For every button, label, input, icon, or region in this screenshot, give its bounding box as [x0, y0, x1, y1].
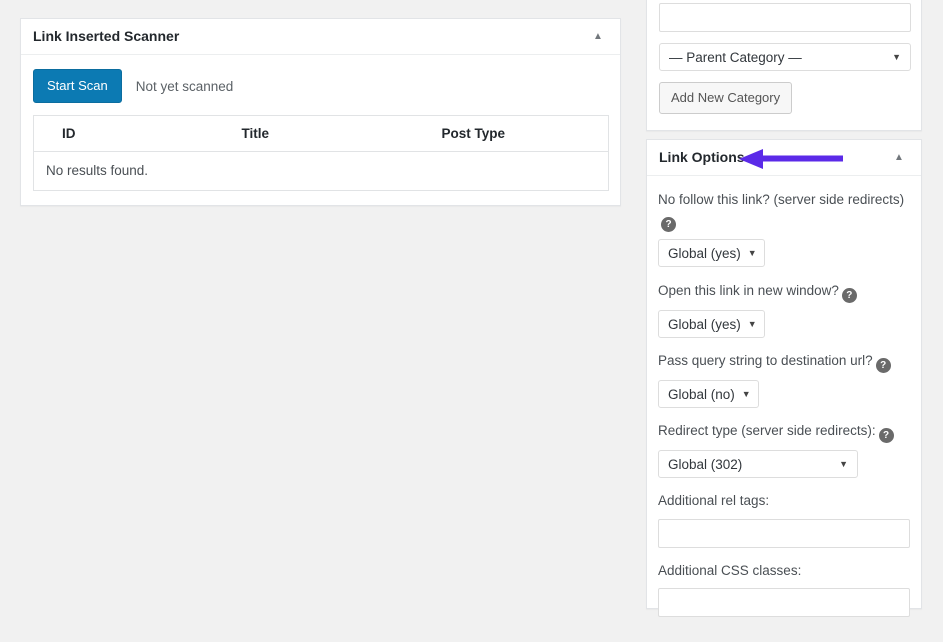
new-category-name-input[interactable]	[659, 3, 911, 32]
parent-category-value: — Parent Category —	[669, 50, 802, 65]
no-results-cell: No results found.	[34, 152, 609, 191]
option-css-classes: Additional CSS classes:	[658, 561, 910, 617]
option-label: Pass query string to destination url??	[658, 351, 908, 373]
table-row: No results found.	[34, 152, 609, 191]
option-label-text: Open this link in new window?	[658, 283, 839, 298]
css-classes-label: Additional CSS classes:	[658, 561, 908, 581]
option-label-text: Redirect type (server side redirects):	[658, 423, 876, 438]
link-options-panel: Link Options ▲ No follow this link? (ser…	[646, 139, 922, 609]
option-label: Redirect type (server side redirects):?	[658, 421, 908, 443]
css-classes-input[interactable]	[658, 588, 910, 617]
chevron-down-icon: ▼	[742, 390, 751, 399]
scan-controls-row: Start Scan Not yet scanned	[21, 55, 620, 115]
category-panel: — Parent Category — ▼ Add New Category	[646, 0, 922, 131]
option-redirect-type: Redirect type (server side redirects):? …	[658, 421, 910, 478]
column-header-id: ID	[34, 116, 234, 152]
collapse-toggle-icon[interactable]: ▲	[588, 27, 608, 47]
option-no-follow: No follow this link? (server side redire…	[658, 190, 910, 267]
scanner-panel-header: Link Inserted Scanner ▲	[21, 19, 620, 55]
redirect-type-select[interactable]: Global (302) ▼	[658, 450, 858, 478]
pass-query-string-select[interactable]: Global (no) ▼	[658, 380, 759, 408]
link-options-title: Link Options	[659, 148, 745, 168]
chevron-down-icon: ▼	[748, 249, 757, 258]
start-scan-button[interactable]: Start Scan	[33, 69, 122, 103]
scanner-panel-title: Link Inserted Scanner	[33, 27, 179, 47]
link-options-body: No follow this link? (server side redire…	[647, 176, 921, 642]
option-label: No follow this link? (server side redire…	[658, 190, 908, 232]
rel-tags-label: Additional rel tags:	[658, 491, 908, 511]
scan-results-table: ID Title Post Type No results found.	[33, 115, 609, 191]
option-new-window: Open this link in new window?? Global (y…	[658, 281, 910, 338]
no-follow-select[interactable]: Global (yes) ▼	[658, 239, 765, 267]
pass-query-string-value: Global (no)	[668, 387, 735, 402]
parent-category-select[interactable]: — Parent Category — ▼	[659, 43, 911, 71]
help-icon[interactable]: ?	[661, 217, 676, 232]
link-options-header: Link Options ▲	[647, 140, 921, 176]
option-pass-query-string: Pass query string to destination url?? G…	[658, 351, 910, 408]
help-icon[interactable]: ?	[879, 428, 894, 443]
help-icon[interactable]: ?	[876, 358, 891, 373]
category-panel-body: — Parent Category — ▼ Add New Category	[647, 0, 921, 130]
option-rel-tags: Additional rel tags:	[658, 491, 910, 547]
collapse-toggle-icon[interactable]: ▲	[889, 148, 909, 168]
redirect-type-value: Global (302)	[668, 457, 742, 472]
no-follow-value: Global (yes)	[668, 246, 741, 261]
chevron-down-icon: ▼	[892, 53, 901, 62]
column-header-post-type: Post Type	[434, 116, 609, 152]
option-label-text: No follow this link? (server side redire…	[658, 192, 904, 207]
add-new-category-button[interactable]: Add New Category	[659, 82, 792, 114]
option-label: Open this link in new window??	[658, 281, 908, 303]
option-label-text: Pass query string to destination url?	[658, 353, 873, 368]
new-window-value: Global (yes)	[668, 317, 741, 332]
column-header-title: Title	[234, 116, 434, 152]
chevron-down-icon: ▼	[748, 320, 757, 329]
new-window-select[interactable]: Global (yes) ▼	[658, 310, 765, 338]
rel-tags-input[interactable]	[658, 519, 910, 548]
help-icon[interactable]: ?	[842, 288, 857, 303]
chevron-down-icon: ▼	[839, 460, 848, 469]
link-inserted-scanner-panel: Link Inserted Scanner ▲ Start Scan Not y…	[20, 18, 621, 206]
scan-status-text: Not yet scanned	[136, 79, 234, 94]
table-header-row: ID Title Post Type	[34, 116, 609, 152]
